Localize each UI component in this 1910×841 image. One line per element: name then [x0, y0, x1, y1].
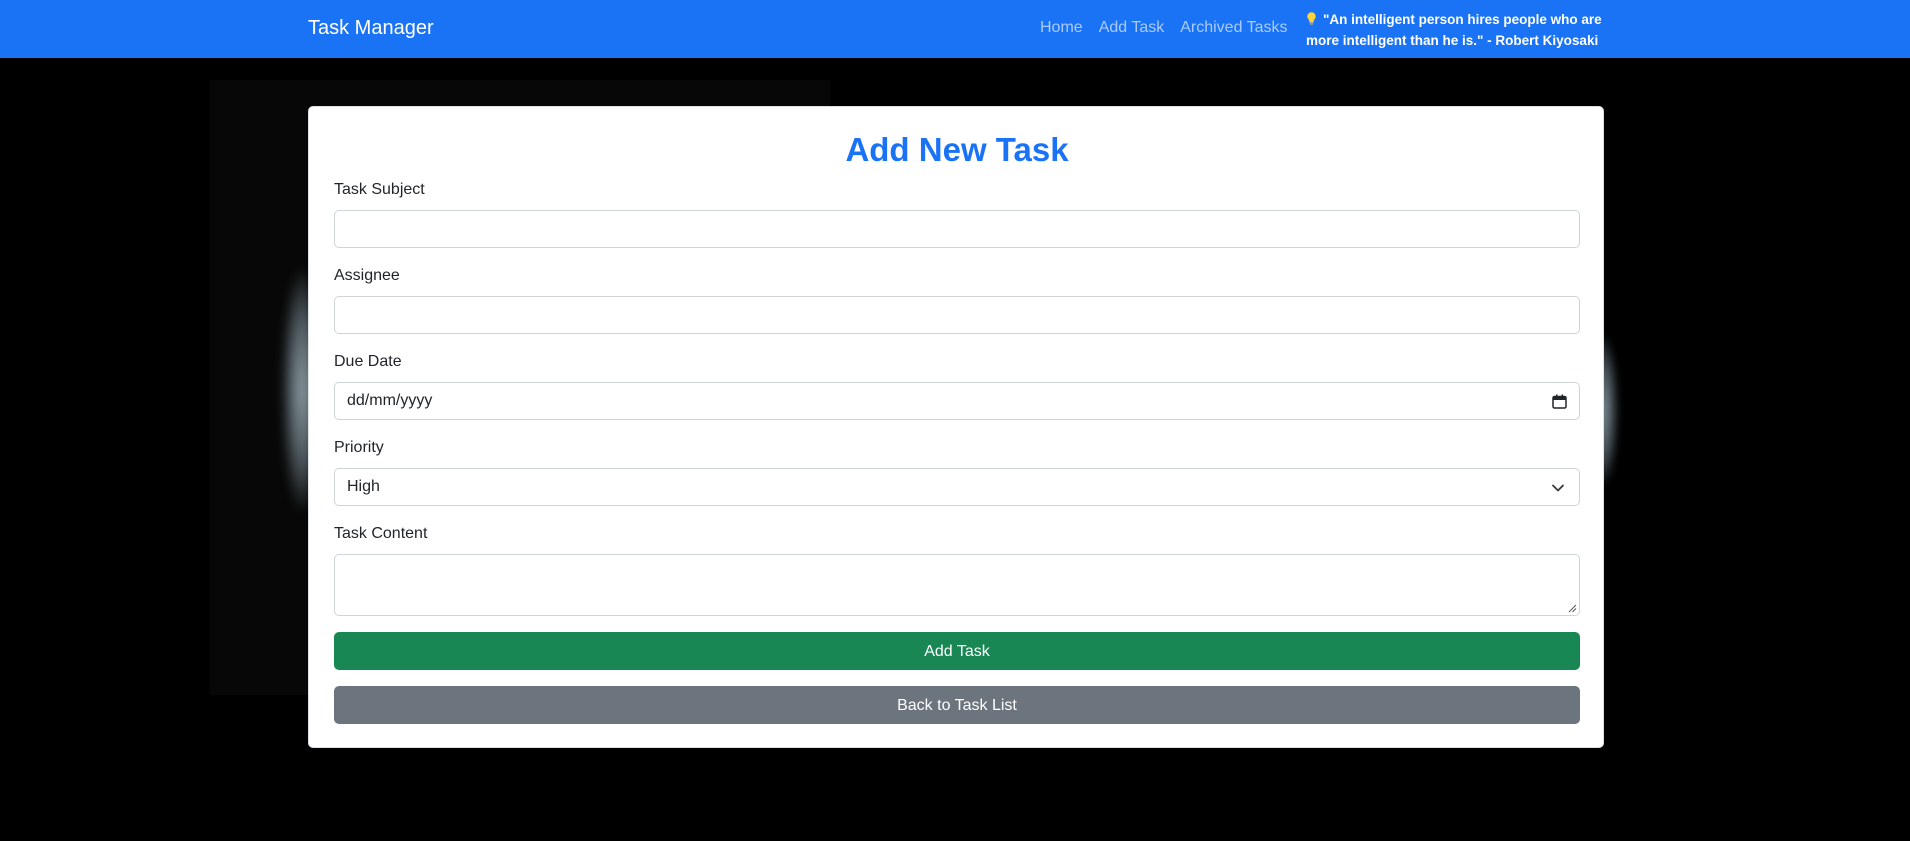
- assignee-input[interactable]: [334, 296, 1580, 334]
- nav-link-add-task[interactable]: Add Task: [1099, 19, 1165, 37]
- calendar-icon[interactable]: [1552, 394, 1567, 409]
- due-date-input[interactable]: dd/mm/yyyy: [334, 382, 1580, 420]
- quote: "An intelligent person hires people who …: [1306, 9, 1616, 51]
- due-date-label: Due Date: [334, 353, 402, 370]
- add-task-card: Add New Task Task Subject Assignee Due D…: [308, 106, 1604, 748]
- chevron-down-icon: [1552, 484, 1564, 492]
- nav-link-archived-tasks[interactable]: Archived Tasks: [1180, 19, 1287, 37]
- back-to-task-list-button[interactable]: Back to Task List: [334, 686, 1580, 724]
- priority-selected-value: High: [347, 478, 380, 495]
- task-subject-label: Task Subject: [334, 181, 425, 198]
- navbar: Task Manager Home Add Task Archived Task…: [0, 0, 1910, 58]
- priority-label: Priority: [334, 439, 384, 456]
- nav-links: Home Add Task Archived Tasks: [1040, 19, 1288, 37]
- task-subject-input[interactable]: [334, 210, 1580, 248]
- resize-handle-icon[interactable]: [1567, 603, 1577, 613]
- task-content-textarea[interactable]: [334, 554, 1580, 616]
- due-date-placeholder: dd/mm/yyyy: [347, 392, 433, 409]
- lightbulb-icon: [1307, 12, 1316, 25]
- task-content-label: Task Content: [334, 525, 428, 542]
- nav-link-home[interactable]: Home: [1040, 19, 1083, 37]
- quote-text: "An intelligent person hires people who …: [1306, 12, 1602, 48]
- page-title: Add New Task: [845, 131, 1069, 168]
- add-task-button[interactable]: Add Task: [334, 632, 1580, 670]
- brand-link[interactable]: Task Manager: [308, 17, 434, 40]
- priority-select[interactable]: High: [334, 468, 1580, 506]
- assignee-label: Assignee: [334, 267, 400, 284]
